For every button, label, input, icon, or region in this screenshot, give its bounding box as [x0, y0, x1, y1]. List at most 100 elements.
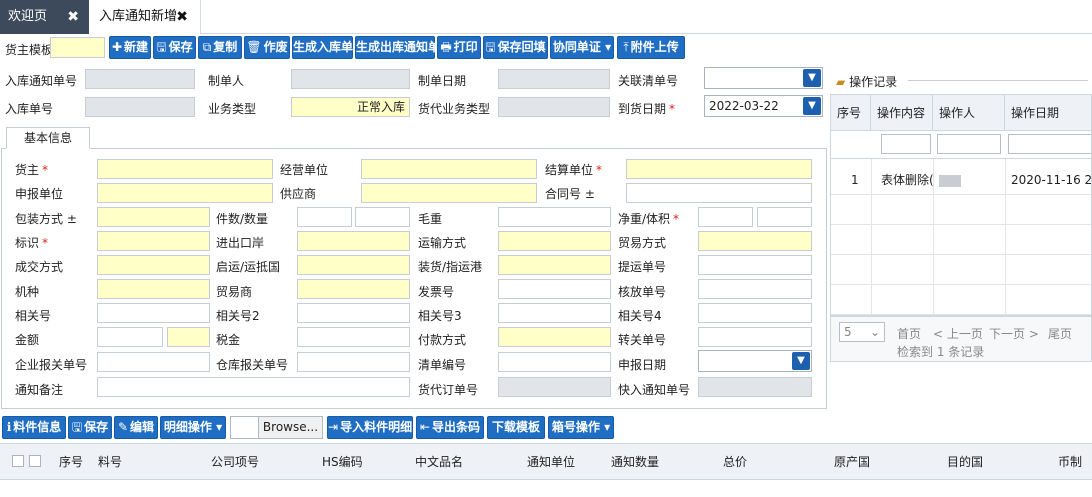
business-type-field[interactable]: 正常入库	[291, 97, 410, 117]
related-no4-label: 相关号4	[618, 309, 662, 323]
declare-unit-field[interactable]	[97, 183, 273, 203]
port-field[interactable]	[297, 231, 410, 251]
pager-last[interactable]: 尾页	[1048, 325, 1072, 342]
pager-next[interactable]: 下一页 >	[989, 325, 1039, 342]
col-notice-unit[interactable]: 通知单位	[527, 444, 575, 480]
transfer-no-field[interactable]	[698, 327, 812, 347]
col-hs-code[interactable]: HS编码	[322, 444, 363, 480]
operating-unit-field[interactable]	[361, 159, 537, 179]
log-filter-content[interactable]	[881, 134, 931, 154]
file-input[interactable]: Browse...	[230, 416, 323, 439]
owner-field[interactable]	[97, 159, 273, 179]
log-row-content: 表体删除(	[881, 173, 934, 187]
void-button[interactable]: 🗑 作废	[244, 36, 290, 59]
amount-field[interactable]	[97, 327, 163, 347]
packing-field[interactable]	[97, 207, 210, 227]
notice-remark-label: 通知备注	[15, 383, 64, 397]
edit-button[interactable]: ✎ 编辑	[114, 416, 158, 439]
log-col-seq: 序号	[831, 95, 871, 131]
trader-field[interactable]	[297, 279, 410, 299]
related-list-select[interactable]: ▼	[704, 67, 823, 89]
close-icon[interactable]: ✖	[67, 0, 79, 34]
box-ops-dropdown[interactable]: 箱号操作 ▾	[548, 416, 614, 439]
attachment-upload-button[interactable]: ⤒ 附件上传	[617, 36, 685, 59]
trade-mode-field[interactable]	[698, 231, 812, 251]
settlement-unit-field[interactable]	[626, 159, 812, 179]
bill-no-field[interactable]	[698, 255, 812, 275]
volume-field[interactable]	[757, 207, 812, 227]
notice-remark-field[interactable]	[97, 377, 410, 397]
loading-port-field[interactable]	[498, 255, 611, 275]
detail-save-button[interactable]: 🖫 保存	[68, 416, 112, 439]
model-field[interactable]	[97, 279, 210, 299]
qty-field[interactable]	[355, 207, 410, 227]
tab-inbound-notice-new[interactable]: 入库通知新增 ✖	[89, 0, 201, 34]
collab-docs-dropdown[interactable]: 协同单证 ▾	[550, 36, 614, 59]
select-all-checkbox[interactable]	[12, 455, 24, 467]
supplier-field[interactable]	[361, 183, 537, 203]
col-part-no[interactable]: 料号	[98, 444, 122, 480]
close-icon[interactable]: ✖	[176, 0, 188, 34]
related-no4-field[interactable]	[698, 303, 812, 323]
generate-inbound-button[interactable]: 生成入库单	[292, 36, 353, 59]
detail-ops-dropdown[interactable]: 明细操作 ▾	[160, 416, 226, 439]
col-seq[interactable]: 序号	[59, 444, 83, 480]
net-weight-field[interactable]	[698, 207, 753, 227]
print-button[interactable]: 🖶 打印	[437, 36, 481, 59]
select-checkbox[interactable]	[29, 455, 41, 467]
col-origin-country[interactable]: 原产国	[834, 444, 870, 480]
col-cn-name[interactable]: 中文品名	[415, 444, 463, 480]
pager-first[interactable]: 首页	[897, 325, 921, 342]
pieces-qty-label: 件数/数量	[216, 212, 269, 226]
owner-template-input[interactable]	[50, 37, 105, 58]
browse-button[interactable]: Browse...	[258, 417, 322, 438]
release-no-field[interactable]	[698, 279, 812, 299]
log-filter-date[interactable]	[1008, 134, 1091, 154]
origin-country-field[interactable]	[297, 255, 410, 275]
currency-field[interactable]	[167, 327, 210, 347]
col-dest-country[interactable]: 目的国	[947, 444, 983, 480]
related-no3-field[interactable]	[498, 303, 611, 323]
transport-mode-field[interactable]	[498, 231, 611, 251]
inbound-no-label: 入库单号	[5, 102, 54, 116]
payment-mode-field[interactable]	[498, 327, 611, 347]
log-row-operator	[939, 165, 963, 195]
save-backfill-button[interactable]: 🖫 保存回填	[483, 36, 548, 59]
warehouse-declare-no-field[interactable]	[297, 352, 410, 372]
generate-outbound-notice-button[interactable]: 生成出库通知单	[355, 36, 440, 59]
bill-no-label: 提运单号	[618, 260, 667, 274]
tax-field[interactable]	[297, 327, 410, 347]
enterprise-declare-no-field[interactable]	[97, 352, 210, 372]
save-icon: 🖫	[71, 420, 83, 434]
gross-weight-field[interactable]	[498, 207, 611, 227]
upload-icon: ⤒	[623, 40, 629, 54]
arrival-date-select[interactable]: 2022-03-22 ▼	[704, 95, 823, 117]
col-notice-qty[interactable]: 通知数量	[611, 444, 659, 480]
pager-prev[interactable]: < 上一页	[933, 325, 983, 342]
related-no2-field[interactable]	[297, 303, 410, 323]
import-items-button[interactable]: ⇥ 导入料件明细	[327, 416, 413, 439]
related-no-field[interactable]	[97, 303, 210, 323]
contract-no-field[interactable]	[626, 183, 812, 203]
export-barcode-button[interactable]: ⇤ 导出条码	[416, 416, 484, 439]
list-no-field[interactable]	[498, 352, 611, 372]
tab-welcome[interactable]: 欢迎页 ✖	[0, 0, 89, 34]
download-template-button[interactable]: 下载模板	[487, 416, 545, 439]
log-filter-operator[interactable]	[937, 134, 1001, 154]
invoice-no-field[interactable]	[498, 279, 611, 299]
deal-mode-field[interactable]	[97, 255, 210, 275]
col-currency[interactable]: 币制	[1058, 444, 1082, 480]
pieces-field[interactable]	[297, 207, 352, 227]
pager-summary: 检索到 1 条记录	[897, 345, 985, 359]
item-info-button[interactable]: ℹ 料件信息	[2, 416, 66, 439]
mark-field[interactable]	[97, 231, 210, 251]
copy-button[interactable]: ⧉ 复制	[198, 36, 242, 59]
page-size-select[interactable]: 5 ⌄	[839, 322, 885, 342]
col-total-price[interactable]: 总价	[723, 444, 747, 480]
new-button[interactable]: ✚ 新建	[109, 36, 151, 59]
declare-date-select[interactable]: ▼	[698, 350, 812, 372]
tab-basic-info[interactable]: 基本信息	[6, 127, 90, 149]
col-company-item-no[interactable]: 公司项号	[211, 444, 259, 480]
log-row-date: 2020-11-16 21:1	[1011, 173, 1092, 187]
save-button[interactable]: 🖫 保存	[153, 36, 196, 59]
